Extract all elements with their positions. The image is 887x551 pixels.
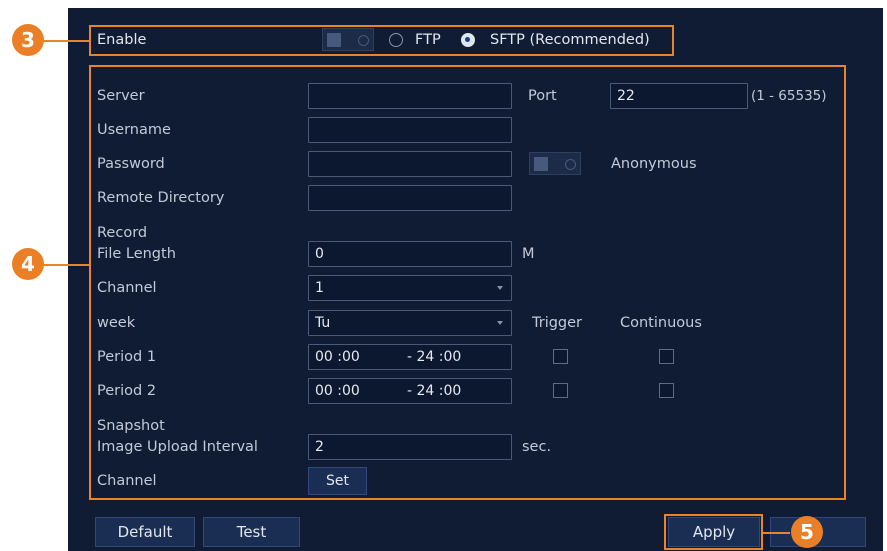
test-button[interactable]: Test bbox=[203, 517, 300, 547]
callout-5-leader bbox=[762, 532, 790, 534]
default-button[interactable]: Default bbox=[95, 517, 195, 547]
step-4-badge: 4 bbox=[12, 248, 44, 280]
callout-4-frame bbox=[89, 65, 846, 500]
callout-5-frame bbox=[664, 514, 763, 550]
step-3-badge: 3 bbox=[12, 24, 44, 56]
step-5-badge: 5 bbox=[791, 516, 823, 548]
callout-3-leader bbox=[40, 40, 90, 42]
callout-4-leader bbox=[40, 264, 90, 266]
callout-3-frame bbox=[89, 25, 674, 56]
